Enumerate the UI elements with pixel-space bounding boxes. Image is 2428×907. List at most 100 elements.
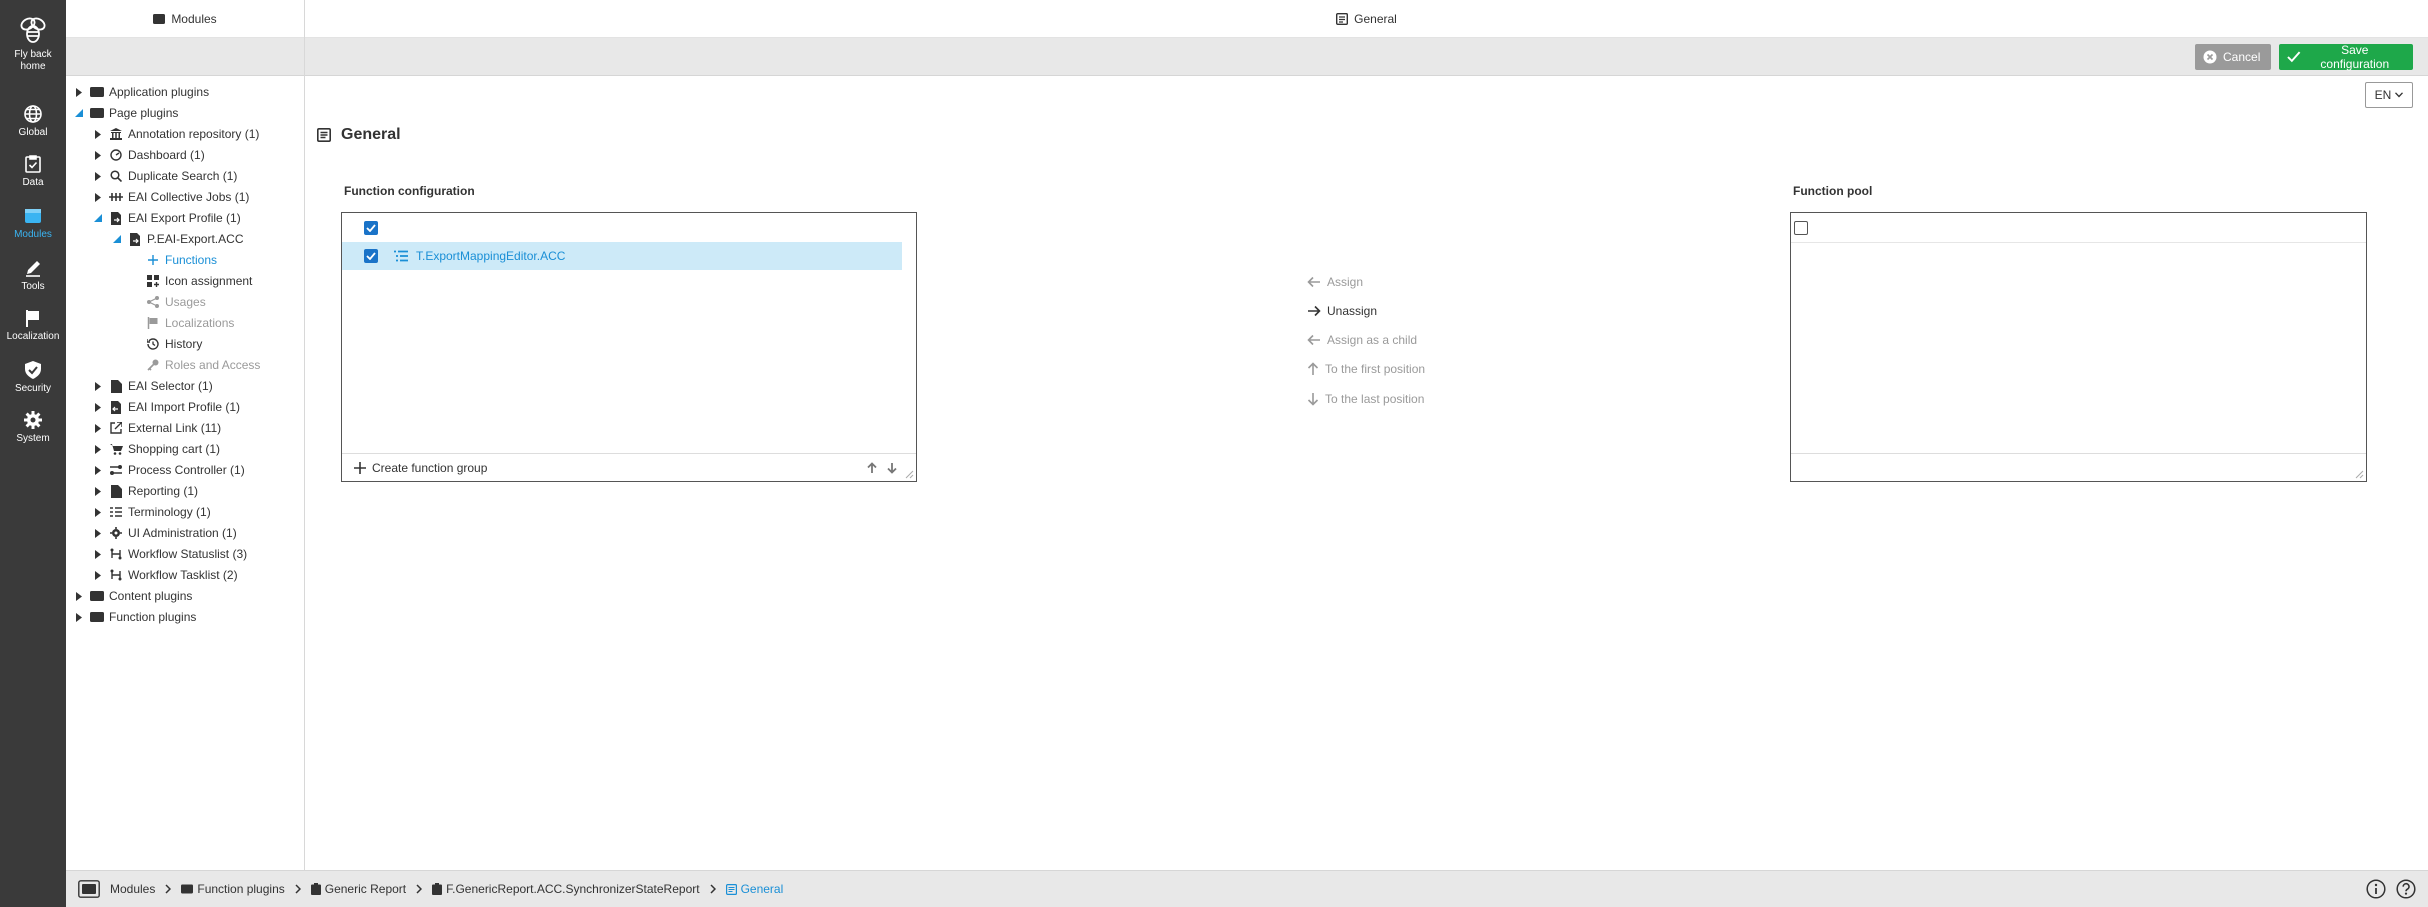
breadcrumb-synchronizer-state-report[interactable]: F.GenericReport.ACC.SynchronizerStateRep… [432, 882, 700, 896]
unassign-button[interactable]: Unassign [1307, 301, 1377, 321]
select-all-checkbox[interactable] [364, 221, 378, 235]
folder-icon [90, 610, 104, 624]
tree-node-external-link[interactable]: External Link (11) [93, 418, 221, 438]
tree-node-eai-selector[interactable]: EAI Selector (1) [93, 376, 213, 396]
tree-node-label: Page plugins [109, 106, 179, 120]
tree-node-functions[interactable]: Functions [146, 250, 217, 270]
tree-node-workflow-statuslist[interactable]: Workflow Statuslist (3) [93, 544, 247, 564]
caret-right-icon[interactable] [93, 381, 103, 391]
caret-down-icon[interactable] [93, 213, 103, 223]
info-icon[interactable] [2366, 879, 2386, 899]
caret-right-icon[interactable] [93, 129, 103, 139]
breadcrumb-label: F.GenericReport.ACC.SynchronizerStateRep… [446, 882, 700, 896]
caret-right-icon[interactable] [74, 591, 84, 601]
caret-down-icon[interactable] [112, 234, 122, 244]
function-row-checkbox[interactable] [364, 249, 378, 263]
assign-button[interactable]: Assign [1307, 272, 1363, 292]
main-header: General [305, 0, 2428, 38]
tree-node-eai-collective-jobs[interactable]: EAI Collective Jobs (1) [93, 187, 249, 207]
caret-down-icon[interactable] [74, 108, 84, 118]
caret-right-icon[interactable] [93, 570, 103, 580]
tree-node-p-eai-export-acc[interactable]: P.EAI-Export.ACC [112, 229, 243, 249]
tree-node-content-plugins[interactable]: Content plugins [74, 586, 192, 606]
folder-icon [90, 589, 104, 603]
resize-handle-icon[interactable] [2354, 469, 2364, 479]
sidebar-header: Modules [66, 0, 304, 38]
resize-handle-icon[interactable] [904, 469, 914, 479]
caret-right-icon[interactable] [93, 150, 103, 160]
breadcrumb-label: Function plugins [197, 882, 285, 896]
caret-right-icon[interactable] [93, 402, 103, 412]
language-select[interactable]: EN [2365, 82, 2413, 108]
tree-node-reporting[interactable]: Reporting (1) [93, 481, 198, 501]
caret-right-icon[interactable] [93, 528, 103, 538]
tree-node-shopping-cart[interactable]: Shopping cart (1) [93, 439, 220, 459]
tree-node-eai-import-profile[interactable]: EAI Import Profile (1) [93, 397, 240, 417]
function-row[interactable]: T.ExportMappingEditor.ACC [342, 242, 902, 270]
tree-node-ui-administration[interactable]: UI Administration (1) [93, 523, 237, 543]
caret-right-icon[interactable] [93, 444, 103, 454]
rail-modules-label: Modules [14, 229, 52, 240]
assign-as-child-button[interactable]: Assign as a child [1307, 330, 1417, 350]
tree-node-page-plugins[interactable]: Page plugins [74, 103, 178, 123]
list-tree-icon [394, 250, 408, 262]
tree-node-duplicate-search[interactable]: Duplicate Search (1) [93, 166, 237, 186]
rail-item-system[interactable]: System [0, 410, 66, 445]
breadcrumb-function-plugins[interactable]: Function plugins [181, 882, 285, 896]
arrow-down-icon[interactable] [886, 462, 898, 474]
breadcrumb-modules[interactable]: Modules [78, 880, 155, 898]
caret-right-icon[interactable] [93, 486, 103, 496]
assign-label: Assign [1327, 275, 1364, 289]
tree-node-usages[interactable]: Usages [146, 292, 206, 312]
tree-node-process-controller[interactable]: Process Controller (1) [93, 460, 245, 480]
tree-node-roles-and-access[interactable]: Roles and Access [146, 355, 260, 375]
module-tree: Application plugins Page plugins Annotat… [66, 76, 304, 624]
rail-item-tools[interactable]: Tools [0, 258, 66, 293]
tree-node-terminology[interactable]: Terminology (1) [93, 502, 211, 522]
cancel-button[interactable]: Cancel [2195, 44, 2271, 70]
first-position-button[interactable]: To the first position [1307, 359, 1425, 379]
tree-node-label: Icon assignment [165, 274, 253, 288]
tree-node-icon-assignment[interactable]: Icon assignment [146, 271, 252, 291]
caret-right-icon[interactable] [74, 87, 84, 97]
rail-item-home[interactable]: Fly back home [0, 12, 66, 73]
gauge-icon [109, 148, 123, 162]
pool-select-all-checkbox[interactable] [1794, 221, 1808, 235]
tree-node-localizations[interactable]: Localizations [146, 313, 234, 333]
chevron-right-icon [295, 884, 301, 894]
breadcrumb-generic-report[interactable]: Generic Report [310, 882, 406, 896]
tree-node-dashboard[interactable]: Dashboard (1) [93, 145, 205, 165]
chevron-right-icon [416, 884, 423, 894]
caret-right-icon[interactable] [93, 192, 103, 202]
caret-right-icon[interactable] [93, 171, 103, 181]
pool-select-all-row [1791, 214, 2366, 242]
rail-item-security[interactable]: Security [0, 360, 66, 395]
caret-right-icon[interactable] [93, 549, 103, 559]
arrow-up-icon[interactable] [866, 462, 878, 474]
tree-node-workflow-tasklist[interactable]: Workflow Tasklist (2) [93, 565, 238, 585]
tree-node-application-plugins[interactable]: Application plugins [74, 82, 209, 102]
caret-right-icon[interactable] [93, 465, 103, 475]
tree-node-annotation-repository[interactable]: Annotation repository (1) [93, 124, 259, 144]
function-pool-footer [1791, 453, 2366, 481]
rail-item-data[interactable]: Data [0, 154, 66, 189]
tree-node-eai-export-profile[interactable]: EAI Export Profile (1) [93, 208, 241, 228]
function-pool-list[interactable] [1790, 212, 2367, 482]
rail-item-global[interactable]: Global [0, 104, 66, 139]
tree-node-history[interactable]: History [146, 334, 202, 354]
help-icon[interactable] [2396, 879, 2416, 899]
breadcrumb-general[interactable]: General [725, 882, 783, 896]
save-configuration-button[interactable]: Save configuration [2279, 43, 2413, 71]
create-function-group-button[interactable]: Create function group [354, 461, 487, 475]
tree-node-label: EAI Export Profile (1) [128, 211, 241, 225]
plus-icon [354, 461, 366, 474]
caret-right-icon[interactable] [74, 612, 84, 622]
caret-right-icon[interactable] [93, 423, 103, 433]
function-configuration-list[interactable]: T.ExportMappingEditor.ACC Create functio… [341, 212, 917, 482]
caret-right-icon[interactable] [93, 507, 103, 517]
last-position-button[interactable]: To the last position [1307, 389, 1424, 409]
tree-node-function-plugins[interactable]: Function plugins [74, 607, 196, 627]
rail-item-localization[interactable]: Localization [0, 308, 66, 343]
rail-item-modules[interactable]: Modules [0, 206, 66, 241]
arrow-left-icon [1307, 276, 1320, 288]
